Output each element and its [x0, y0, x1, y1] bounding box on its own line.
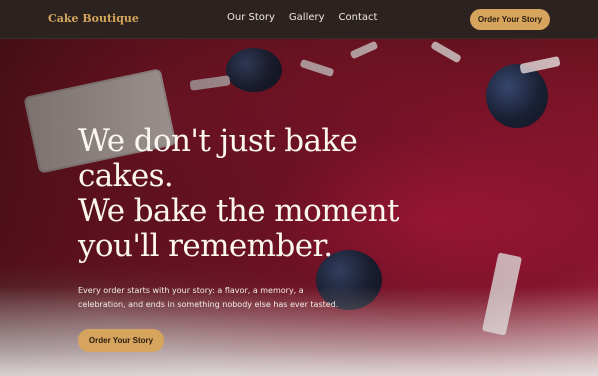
headline-line: We bake the moment: [78, 193, 400, 229]
nav-link-gallery[interactable]: Gallery: [289, 12, 325, 23]
brand-logo[interactable]: Cake Boutique: [48, 12, 139, 25]
nav-links: Our Story Gallery Contact: [227, 12, 377, 23]
hero-subtitle: Every order starts with your story: a fl…: [78, 286, 339, 309]
order-your-story-nav-button[interactable]: Order Your Story: [470, 9, 550, 30]
nav-link-contact[interactable]: Contact: [339, 12, 378, 23]
headline-line: cakes.: [78, 158, 174, 194]
hero-headline: We don't just bake cakes. We bake the mo…: [78, 124, 498, 264]
nav-link-our-story[interactable]: Our Story: [227, 12, 275, 23]
order-your-story-hero-button[interactable]: Order Your Story: [78, 329, 164, 352]
top-navigation-bar: Cake Boutique Our Story Gallery Contact …: [0, 0, 598, 39]
headline-line: you'll remember.: [78, 228, 333, 264]
headline-line: We don't just bake: [78, 123, 358, 159]
